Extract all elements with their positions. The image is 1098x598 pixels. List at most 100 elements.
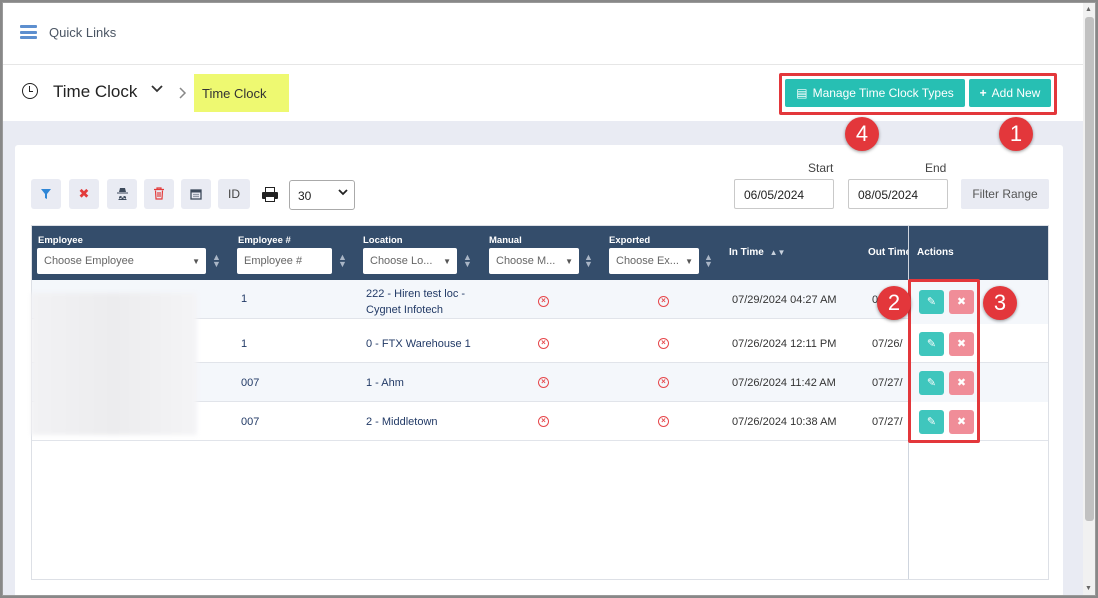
sort-icon[interactable]: ▲ ▼ [584, 253, 593, 269]
close-icon: ✖ [78, 186, 90, 201]
location-line-1: 222 - Hiren test loc - [366, 288, 466, 300]
end-date-label: End [925, 161, 947, 175]
column-header-employee: Employee [38, 235, 83, 246]
funnel-icon [41, 189, 51, 199]
location-cell: 0 - FTX Warehouse 1 [366, 338, 471, 350]
chevron-down-icon [338, 189, 348, 196]
exported-false-icon: × [658, 416, 669, 427]
list-icon: ▤ [796, 86, 808, 100]
column-header-manual: Manual [489, 235, 522, 246]
location-line-2: Cygnet Infotech [366, 304, 444, 316]
location-filter-value: Choose Lo... [370, 255, 433, 267]
manual-filter-value: Choose M... [496, 255, 556, 267]
manual-false-icon: × [538, 377, 549, 388]
employee-number-cell: 1 [241, 293, 248, 305]
employee-number-cell: 007 [241, 416, 260, 428]
caret-down-icon: ▼ [192, 257, 200, 266]
add-new-label: Add New [991, 86, 1041, 100]
page-title[interactable]: Time Clock [53, 82, 137, 102]
exported-false-icon: × [658, 338, 669, 349]
id-button[interactable]: ID [218, 179, 250, 209]
manage-time-clock-types-button[interactable]: ▤ Manage Time Clock Types [785, 79, 965, 107]
calendar-button[interactable] [181, 179, 211, 209]
sort-icon: ▲▼ [769, 248, 786, 257]
in-time-cell: 07/26/2024 12:11 PM [732, 338, 837, 350]
clock-icon [22, 83, 38, 99]
print-icon[interactable] [262, 187, 278, 203]
user-secret-button[interactable] [107, 179, 137, 209]
calendar-icon [190, 189, 202, 200]
column-header-location: Location [363, 235, 403, 246]
scrollbar-thumb[interactable] [1085, 17, 1094, 521]
column-header-exported: Exported [609, 235, 651, 246]
page-header: Time Clock Time Clock ▤ Manage Time Clock… [3, 65, 1083, 121]
exported-filter-select[interactable]: Choose Ex... ▼ [609, 248, 699, 274]
exported-false-icon: × [658, 377, 669, 388]
column-header-actions: Actions [917, 247, 954, 258]
callout-badge-2: 2 [877, 286, 911, 320]
manage-types-label: Manage Time Clock Types [812, 86, 954, 100]
column-header-employee-number: Employee # [238, 235, 291, 246]
employee-number-cell: 007 [241, 377, 260, 389]
column-header-out-time[interactable]: Out Time [868, 247, 908, 258]
hamburger-menu-icon[interactable] [20, 25, 37, 39]
employee-filter-select[interactable]: Choose Employee ▼ [37, 248, 206, 274]
manual-false-icon: × [538, 338, 549, 349]
start-date-input[interactable]: 06/05/2024 [734, 179, 834, 209]
trash-icon [154, 187, 164, 200]
out-time-cell: 07/26/ [872, 338, 903, 350]
vertical-scrollbar[interactable]: ▲ ▼ [1083, 3, 1095, 595]
plus-icon: + [979, 86, 987, 100]
scroll-down-icon[interactable]: ▼ [1085, 585, 1092, 592]
filter-range-button[interactable]: Filter Range [961, 179, 1049, 209]
out-time-cell: 07/27/ [872, 416, 903, 428]
sort-icon[interactable]: ▲ ▼ [463, 253, 472, 269]
manual-false-icon: × [538, 416, 549, 427]
callout-badge-4: 4 [845, 117, 879, 151]
out-time-cell: 07/27/ [872, 377, 903, 389]
exported-false-icon: × [658, 296, 669, 307]
filter-button[interactable] [31, 179, 61, 209]
location-filter-select[interactable]: Choose Lo... ▼ [363, 248, 457, 274]
app-window: Quick Links Time Clock Time Clock ▤ Manag… [2, 2, 1096, 596]
add-new-button[interactable]: + Add New [969, 79, 1051, 107]
in-time-cell: 07/26/2024 10:38 AM [732, 416, 837, 428]
location-cell: 222 - Hiren test loc - Cygnet Infotech [366, 286, 465, 318]
page-size-value: 30 [298, 189, 312, 203]
scroll-up-icon[interactable]: ▲ [1085, 6, 1092, 13]
page-size-select[interactable]: 30 [289, 180, 355, 210]
location-cell: 2 - Middletown [366, 416, 438, 428]
incognito-user-icon [116, 188, 128, 200]
caret-down-icon: ▼ [685, 257, 693, 266]
caret-down-icon: ▼ [443, 257, 451, 266]
callout-badge-3: 3 [983, 286, 1017, 320]
employee-filter-value: Choose Employee [44, 255, 134, 267]
delete-button[interactable] [144, 179, 174, 209]
quick-links-link[interactable]: Quick Links [49, 25, 116, 40]
chevron-right-icon [179, 87, 187, 99]
actions-header-bg: Actions [909, 226, 1048, 280]
table-header: Employee Choose Employee ▼ ▲ ▼ Employee # … [32, 226, 1048, 280]
redacted-employee-names [31, 293, 197, 435]
top-bar: Quick Links [3, 3, 1083, 65]
chevron-down-icon[interactable] [151, 85, 163, 93]
exported-filter-value: Choose Ex... [616, 255, 679, 267]
manual-filter-select[interactable]: Choose M... ▼ [489, 248, 579, 274]
breadcrumb: Time Clock [194, 74, 289, 112]
sort-icon[interactable]: ▲ ▼ [212, 253, 221, 269]
employee-number-filter-input[interactable]: Employee # [237, 248, 332, 274]
column-header-in-time[interactable]: In Time ▲▼ [729, 247, 785, 258]
sort-icon[interactable]: ▲ ▼ [704, 253, 713, 269]
sort-icon[interactable]: ▲ ▼ [338, 253, 347, 269]
callout-badge-1: 1 [999, 117, 1033, 151]
start-date-label: Start [808, 161, 834, 175]
manual-false-icon: × [538, 296, 549, 307]
in-time-label: In Time [729, 247, 764, 258]
in-time-cell: 07/29/2024 04:27 AM [732, 294, 837, 306]
location-cell: 1 - Ahm [366, 377, 404, 389]
in-time-cell: 07/26/2024 11:42 AM [732, 377, 836, 389]
annotation-box-row-actions [908, 279, 980, 443]
caret-down-icon: ▼ [565, 257, 573, 266]
clear-filter-button[interactable]: ✖ [69, 179, 99, 209]
end-date-input[interactable]: 08/05/2024 [848, 179, 948, 209]
